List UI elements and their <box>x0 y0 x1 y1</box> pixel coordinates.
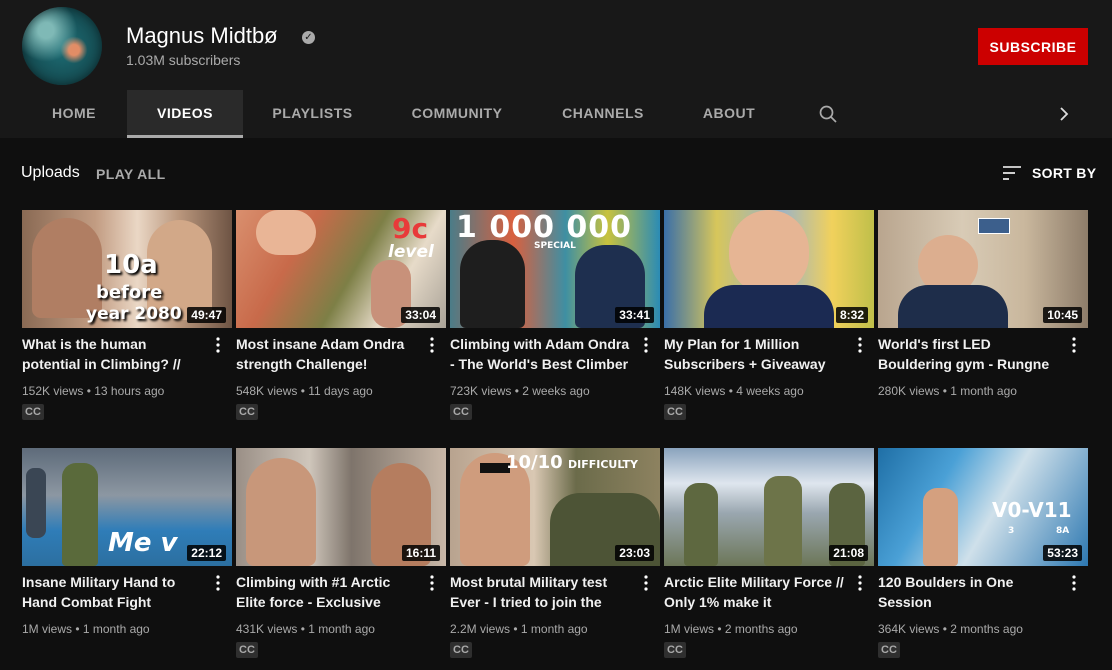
video-duration: 10:45 <box>1043 307 1082 323</box>
sort-by-label: SORT BY <box>1032 165 1097 181</box>
video-meta: 723K views • 2 weeks ago <box>450 384 590 398</box>
video-title[interactable]: Insane Military Hand to Hand Combat Figh… <box>22 572 207 612</box>
video-duration: 16:11 <box>401 545 440 561</box>
video-thumbnail[interactable]: 10/10 DIFFICULTY 23:03 <box>450 448 660 566</box>
video-meta: 431K views • 1 month ago <box>236 622 375 636</box>
more-options-icon[interactable] <box>214 336 222 354</box>
cc-badge: CC <box>878 642 900 658</box>
cc-badge: CC <box>664 642 686 658</box>
thumbnail-overlay-text: DIFFICULTY <box>568 458 639 471</box>
search-icon[interactable] <box>819 105 837 123</box>
section-title: Uploads <box>21 164 80 181</box>
video-thumbnail[interactable]: V0-V11 3 8A 53:23 <box>878 448 1088 566</box>
video-thumbnail[interactable]: 1 000 000 SPECIAL 33:41 <box>450 210 660 328</box>
thumbnail-overlay-text: V0-V11 <box>992 498 1072 522</box>
cc-badge: CC <box>236 404 258 420</box>
subscribe-button[interactable]: SUBSCRIBE <box>978 28 1088 65</box>
video-title[interactable]: Climbing with #1 Arctic Elite force - Ex… <box>236 572 421 612</box>
more-options-icon[interactable] <box>856 574 864 592</box>
video-meta: 148K views • 4 weeks ago <box>664 384 804 398</box>
more-options-icon[interactable] <box>856 336 864 354</box>
verified-check-icon: ✓ <box>302 31 315 44</box>
thumbnail-overlay-text: 10a <box>104 250 158 280</box>
thumbnail-overlay-text: level <box>388 242 434 262</box>
tab-playlists[interactable]: PLAYLISTS <box>255 90 370 138</box>
thumbnail-overlay-text: year 2080 <box>86 304 182 324</box>
video-meta: 280K views • 1 month ago <box>878 384 1017 398</box>
tab-home[interactable]: HOME <box>22 90 126 138</box>
video-title[interactable]: Most insane Adam Ondra strength Challeng… <box>236 334 421 374</box>
video-duration: 21:08 <box>829 545 868 561</box>
more-options-icon[interactable] <box>1070 336 1078 354</box>
thumbnail-overlay-text: 9c <box>392 212 429 245</box>
more-options-icon[interactable] <box>428 574 436 592</box>
video-meta: 364K views • 2 months ago <box>878 622 1023 636</box>
tab-about[interactable]: ABOUT <box>688 90 770 138</box>
video-title[interactable]: World's first LED Bouldering gym - Rungn… <box>878 334 1063 374</box>
video-thumbnail[interactable]: 8:32 <box>664 210 874 328</box>
videos-content: Uploads PLAY ALL SORT BY 10a before year… <box>0 138 1112 670</box>
tab-community[interactable]: COMMUNITY <box>398 90 516 138</box>
more-options-icon[interactable] <box>428 336 436 354</box>
channel-name[interactable]: Magnus Midtbø <box>126 23 278 49</box>
play-all-button[interactable]: PLAY ALL <box>96 166 166 182</box>
thumbnail-overlay-text: 3 <box>1008 526 1015 536</box>
video-title[interactable]: Arctic Elite Military Force // Only 1% m… <box>664 572 849 612</box>
thumbnail-overlay-text: 10/10 <box>506 452 563 473</box>
video-meta: 1M views • 2 months ago <box>664 622 798 636</box>
video-thumbnail[interactable]: 10a before year 2080 49:47 <box>22 210 232 328</box>
more-options-icon[interactable] <box>642 574 650 592</box>
more-options-icon[interactable] <box>214 574 222 592</box>
channel-header: Magnus Midtbø ✓ 1.03M subscribers SUBSCR… <box>0 0 1112 90</box>
thumbnail-overlay-text: 8A <box>1056 526 1070 536</box>
subscriber-count: 1.03M subscribers <box>126 52 241 68</box>
thumbnail-overlay-text: Me v <box>108 528 178 558</box>
video-meta: 2.2M views • 1 month ago <box>450 622 588 636</box>
video-duration: 8:32 <box>835 307 868 323</box>
video-thumbnail[interactable]: 16:11 <box>236 448 446 566</box>
video-title[interactable]: What is the human potential in Climbing?… <box>22 334 207 374</box>
video-title[interactable]: 120 Boulders in One Session <box>878 572 1063 612</box>
video-thumbnail[interactable]: Me v 22:12 <box>22 448 232 566</box>
video-title[interactable]: Most brutal Military test Ever - I tried… <box>450 572 635 612</box>
cc-badge: CC <box>450 404 472 420</box>
channel-tabs: HOME VIDEOS PLAYLISTS COMMUNITY CHANNELS… <box>0 90 1112 138</box>
thumbnail-overlay-text: 1 000 000 <box>456 210 633 245</box>
more-options-icon[interactable] <box>642 336 650 354</box>
channel-avatar[interactable] <box>22 7 102 85</box>
video-duration: 53:23 <box>1043 545 1082 561</box>
video-title[interactable]: My Plan for 1 Million Subscribers + Give… <box>664 334 849 374</box>
tab-channels[interactable]: CHANNELS <box>549 90 657 138</box>
video-thumbnail[interactable]: 10:45 <box>878 210 1088 328</box>
video-duration: 22:12 <box>187 545 226 561</box>
video-meta: 1M views • 1 month ago <box>22 622 150 636</box>
thumbnail-overlay-text: before <box>96 282 163 303</box>
thumbnail-overlay-text: SPECIAL <box>534 241 576 251</box>
sort-icon <box>1003 166 1021 180</box>
video-duration: 33:41 <box>615 307 654 323</box>
video-duration: 49:47 <box>187 307 226 323</box>
video-thumbnail[interactable]: 9c level 33:04 <box>236 210 446 328</box>
video-meta: 548K views • 11 days ago <box>236 384 373 398</box>
video-thumbnail[interactable]: 21:08 <box>664 448 874 566</box>
video-title[interactable]: Climbing with Adam Ondra - The World's B… <box>450 334 635 374</box>
video-duration: 23:03 <box>615 545 654 561</box>
cc-badge: CC <box>22 404 44 420</box>
video-meta: 152K views • 13 hours ago <box>22 384 165 398</box>
video-duration: 33:04 <box>401 307 440 323</box>
tab-videos[interactable]: VIDEOS <box>127 90 243 138</box>
cc-badge: CC <box>664 404 686 420</box>
more-options-icon[interactable] <box>1070 574 1078 592</box>
cc-badge: CC <box>236 642 258 658</box>
cc-badge: CC <box>450 642 472 658</box>
chevron-right-icon[interactable] <box>1056 105 1072 123</box>
